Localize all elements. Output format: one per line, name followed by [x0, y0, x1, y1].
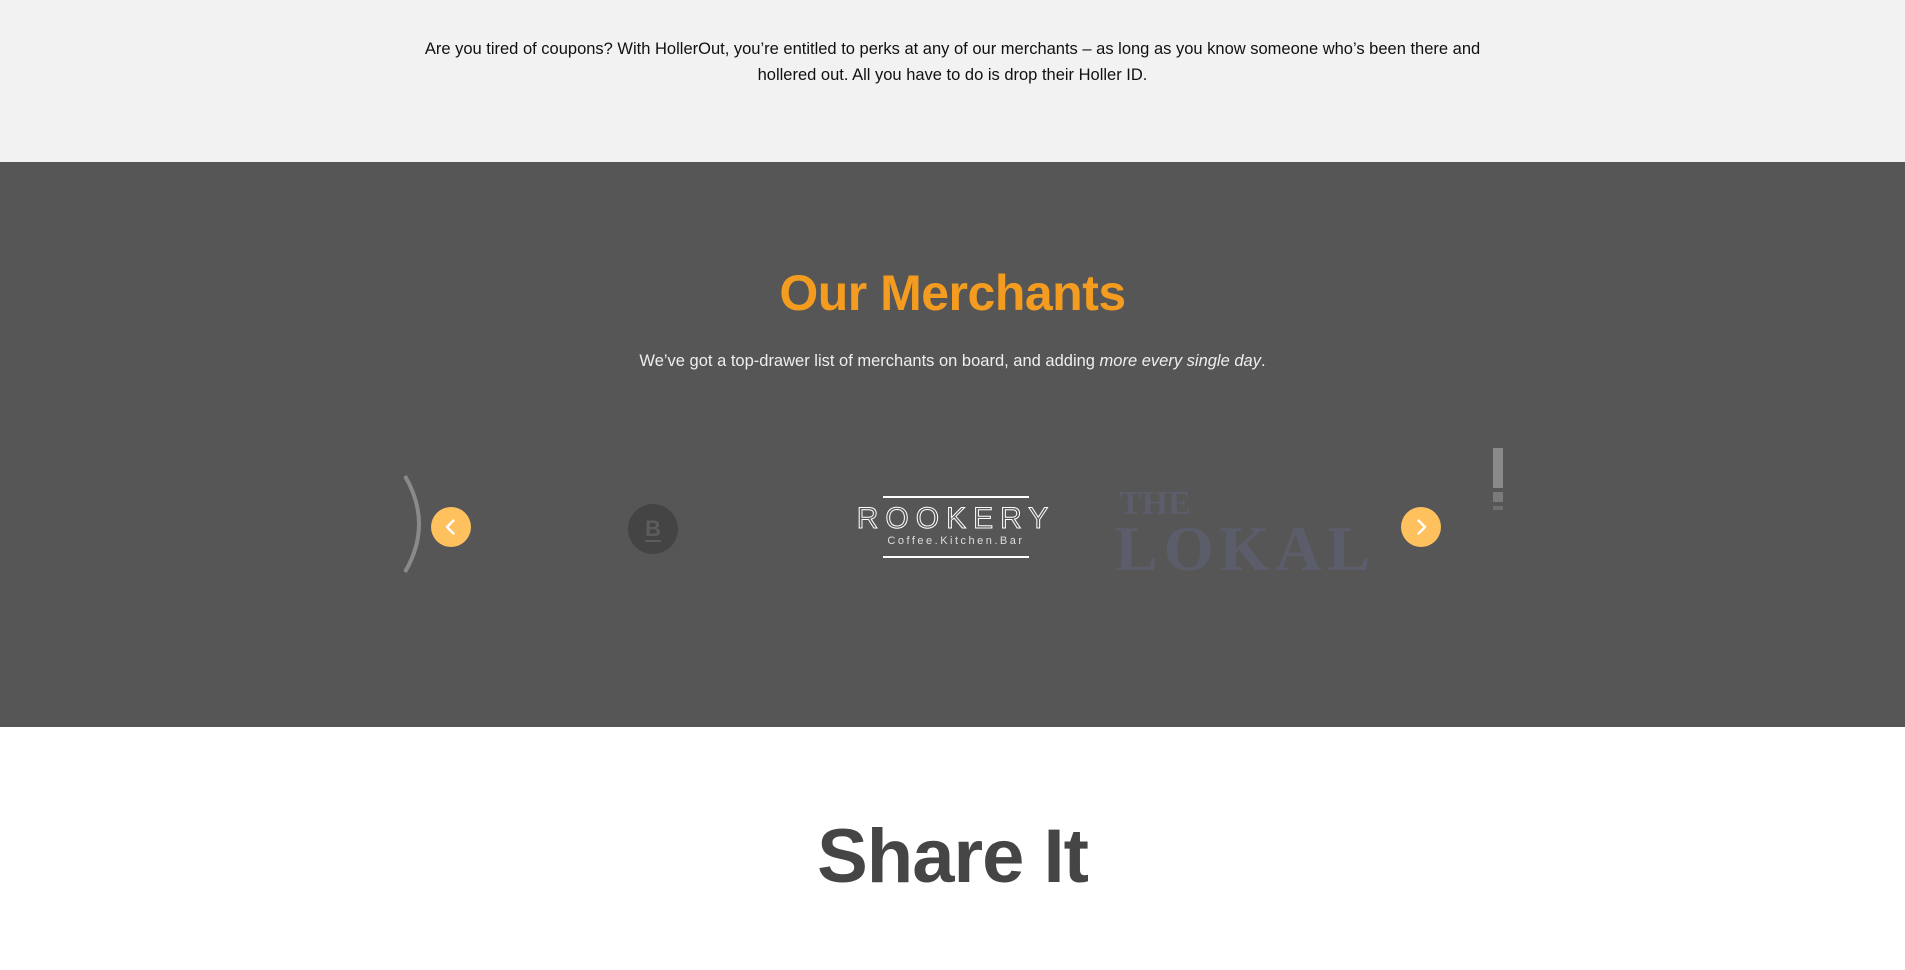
carousel-next-button[interactable] [1401, 507, 1441, 547]
merchants-title: Our Merchants [779, 265, 1126, 321]
merchant-logo-partial-right [1493, 448, 1503, 510]
merchants-subtitle: We’ve got a top-drawer list of merchants… [0, 352, 1905, 371]
intro-section: Are you tired of coupons? With HollerOut… [0, 0, 1905, 162]
merchant-logo-partial-left [403, 474, 421, 574]
b-logo-mark: B [645, 516, 661, 542]
carousel-prev-button[interactable] [431, 507, 471, 547]
merchants-subtitle-emphasis: more every single day [1099, 352, 1261, 370]
b-logo-letter: B [645, 516, 661, 541]
merchants-subtitle-tail: . [1260, 352, 1266, 370]
share-title: Share It [817, 814, 1089, 899]
merchants-subtitle-lead: We’ve got a top-drawer list of merchants… [639, 352, 1100, 370]
chevron-left-icon [445, 519, 455, 535]
merchants-section: Our Merchants We’ve got a top-drawer lis… [0, 162, 1905, 727]
share-section: Share It [0, 727, 1905, 970]
merchant-logo-lokal[interactable]: THE LOKAL [1115, 484, 1405, 574]
rookery-tagline: Coffee.Kitchen.Bar [887, 535, 1024, 547]
merchant-logo-b[interactable]: B [628, 504, 678, 554]
rookery-name: ROOKERY [857, 502, 1056, 535]
intro-text: Are you tired of coupons? With HollerOut… [424, 40, 1481, 84]
merchant-carousel: B ROOKERY Coffee.Kitchen.Bar THE LOKAL [403, 432, 1503, 582]
chevron-right-icon [1417, 519, 1427, 535]
merchant-logo-rookery[interactable]: ROOKERY Coffee.Kitchen.Bar [851, 492, 1061, 564]
lokal-line2: LOKAL [1115, 513, 1376, 574]
